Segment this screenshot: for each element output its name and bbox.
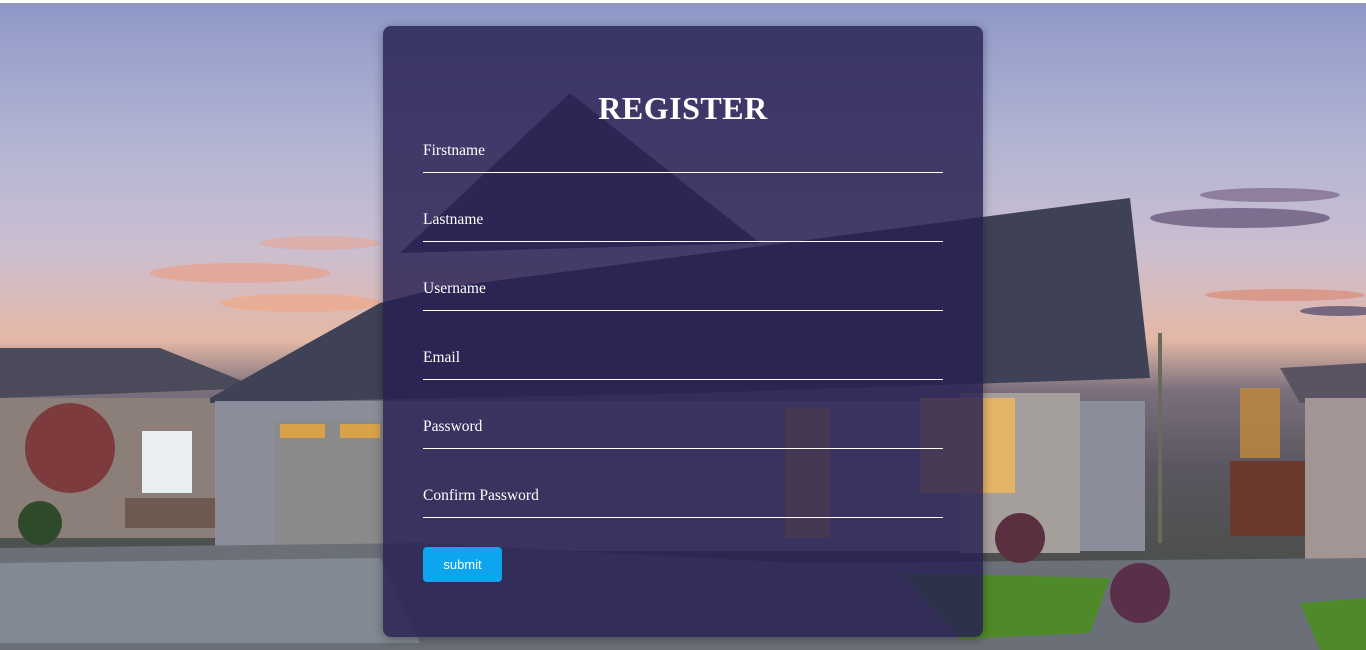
firstname-field[interactable]: Firstname xyxy=(423,142,943,173)
username-field[interactable]: Username xyxy=(423,280,943,311)
password-input[interactable] xyxy=(423,418,943,446)
submit-button[interactable]: submit xyxy=(423,547,502,582)
password-field[interactable]: Password xyxy=(423,418,943,449)
lastname-field[interactable]: Lastname xyxy=(423,211,943,242)
confirm-password-field[interactable]: Confirm Password xyxy=(423,487,943,518)
confirm-password-input[interactable] xyxy=(423,487,943,515)
lastname-input[interactable] xyxy=(423,211,943,239)
email-input[interactable] xyxy=(423,349,943,377)
register-form-panel: REGISTER Firstname Lastname Username Ema… xyxy=(383,26,983,637)
register-title: REGISTER xyxy=(598,90,768,126)
email-field[interactable]: Email xyxy=(423,349,943,380)
username-input[interactable] xyxy=(423,280,943,308)
firstname-input[interactable] xyxy=(423,142,943,170)
